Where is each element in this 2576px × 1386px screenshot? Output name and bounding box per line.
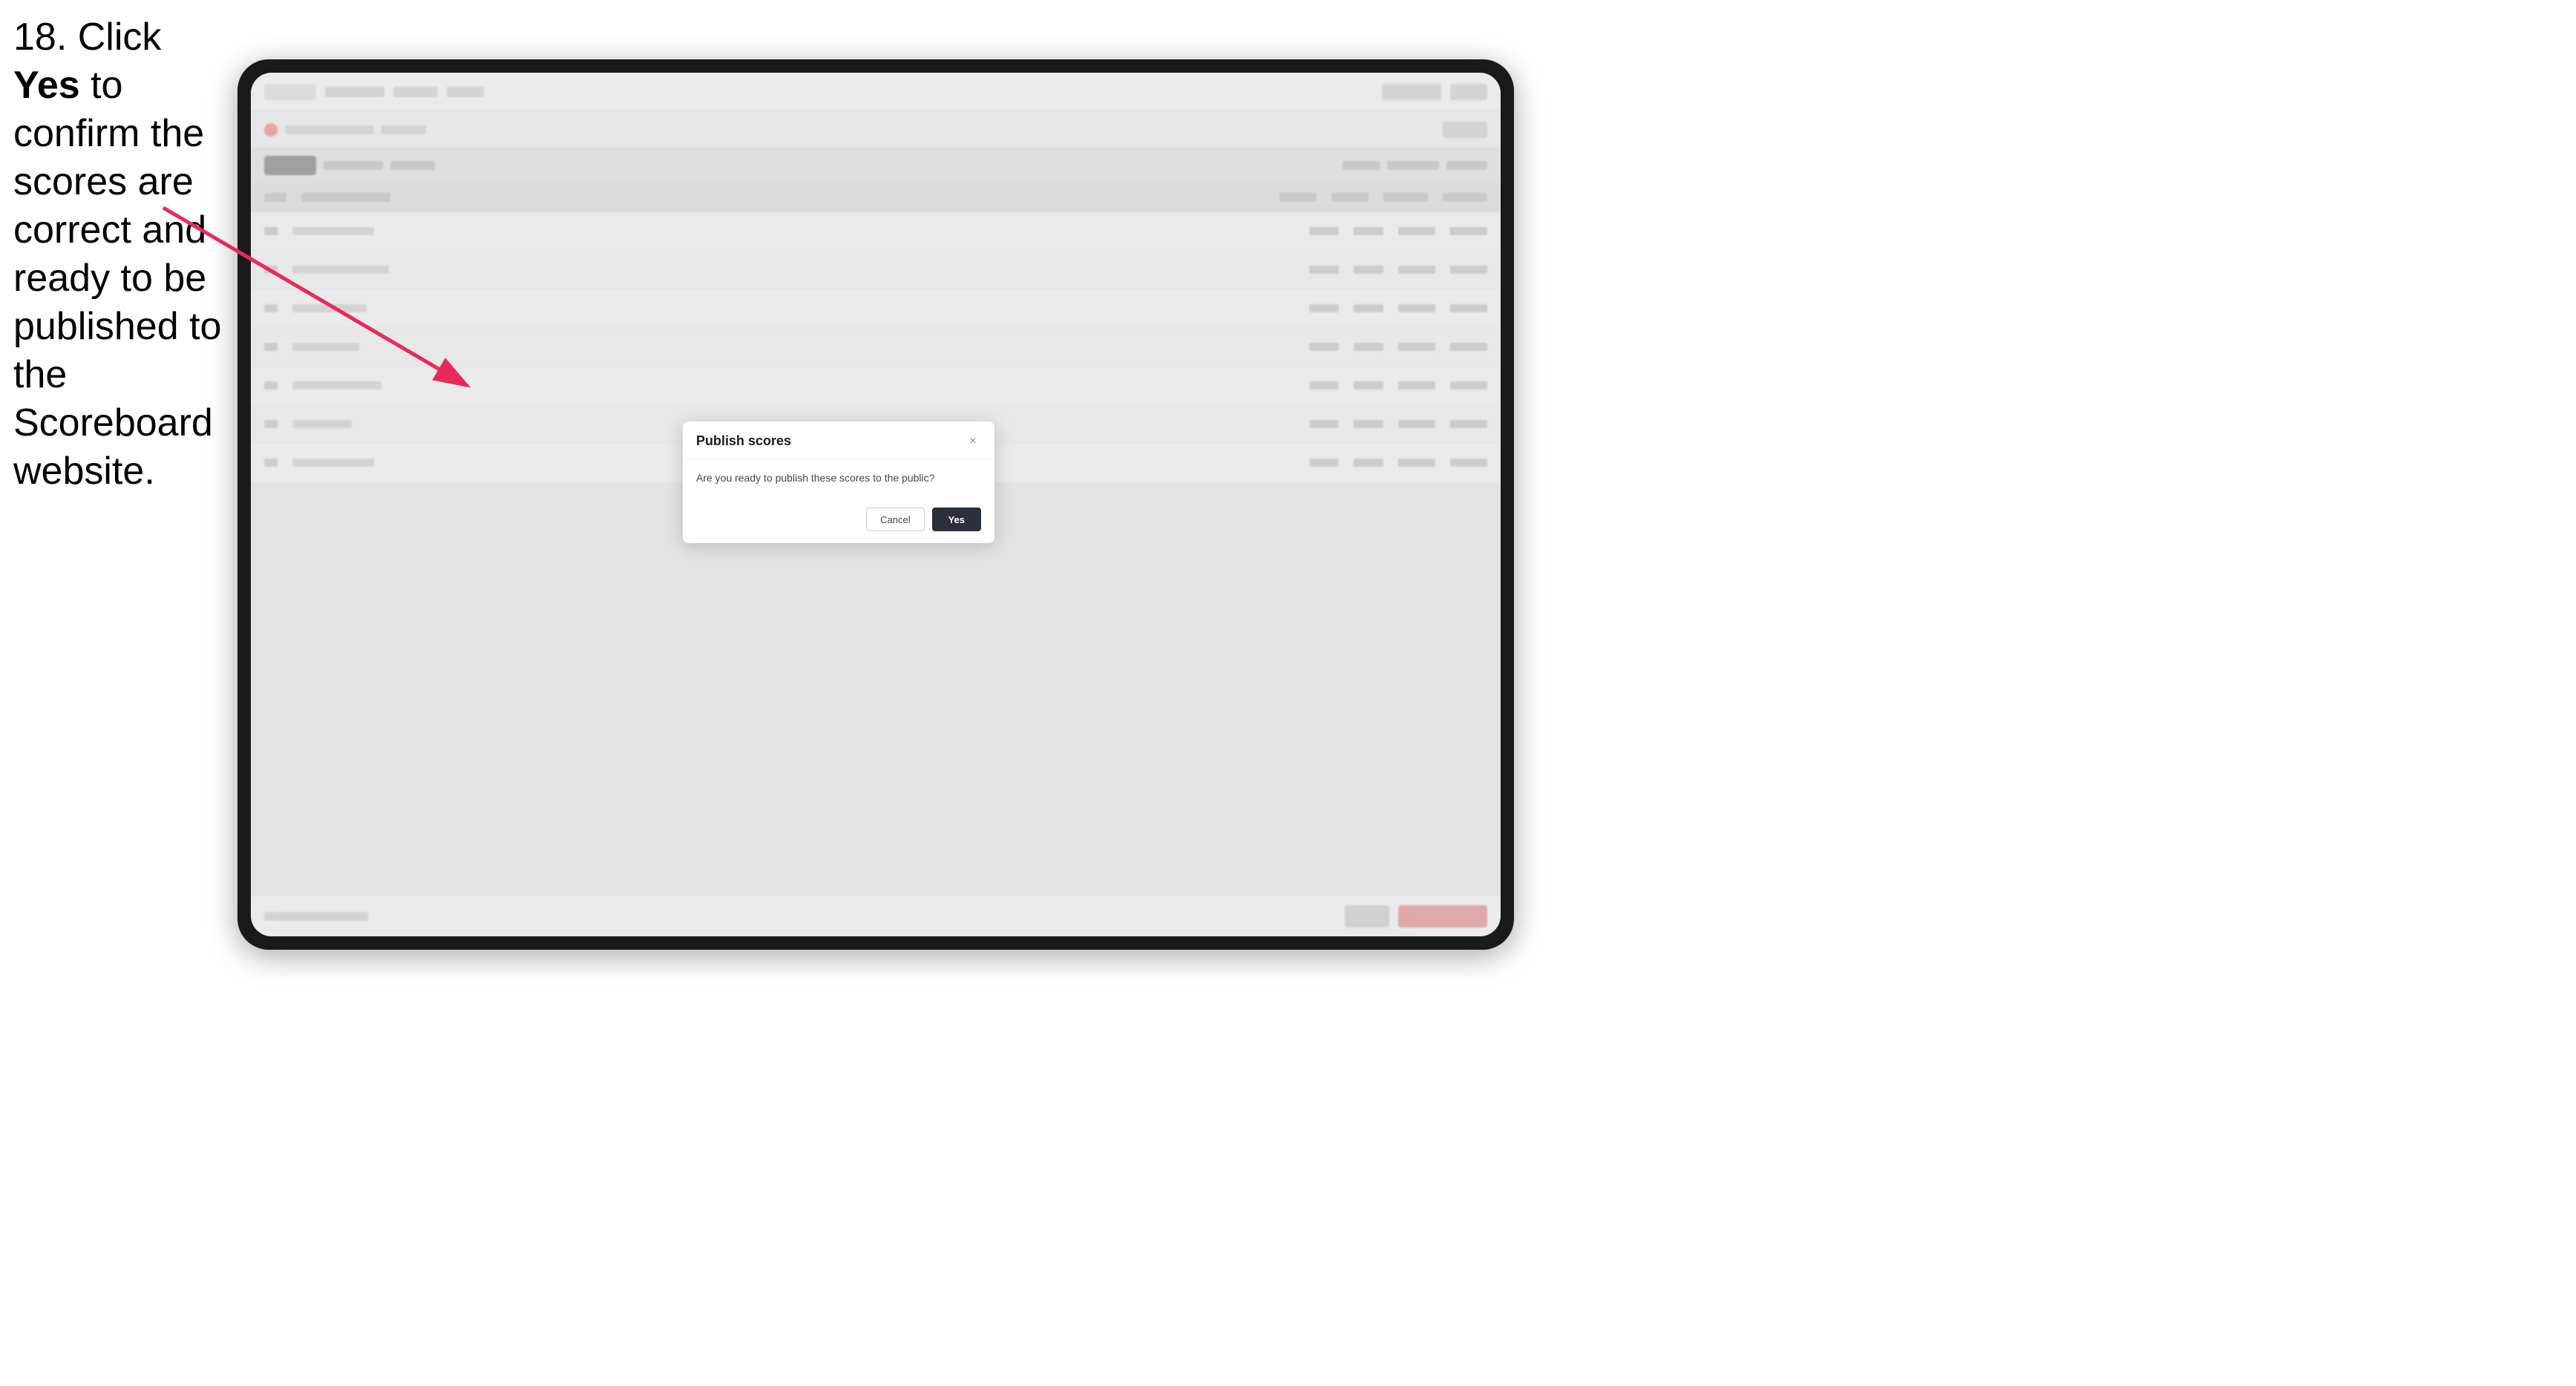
- step-number: 18. Click: [13, 16, 161, 59]
- dialog-yes-button[interactable]: Yes: [932, 508, 981, 531]
- instruction-after: to confirm the scores are correct and re…: [13, 64, 221, 493]
- dialog-cancel-button[interactable]: Cancel: [866, 508, 924, 531]
- dialog-body: Are you ready to publish these scores to…: [683, 459, 994, 501]
- dialog-close-button[interactable]: ×: [965, 433, 981, 450]
- instruction-bold: Yes: [13, 64, 80, 107]
- dialog-footer: Cancel Yes: [683, 500, 994, 543]
- dialog-header: Publish scores ×: [683, 421, 994, 459]
- dialog-title: Publish scores: [696, 433, 791, 449]
- dialog-overlay: Publish scores × Are you ready to publis…: [251, 73, 1501, 936]
- tablet-device: Publish scores × Are you ready to publis…: [237, 59, 1514, 950]
- instruction-text: 18. Click Yes to confirm the scores are …: [13, 13, 229, 496]
- publish-scores-dialog: Publish scores × Are you ready to publis…: [683, 421, 994, 544]
- tablet-screen: Publish scores × Are you ready to publis…: [251, 73, 1501, 936]
